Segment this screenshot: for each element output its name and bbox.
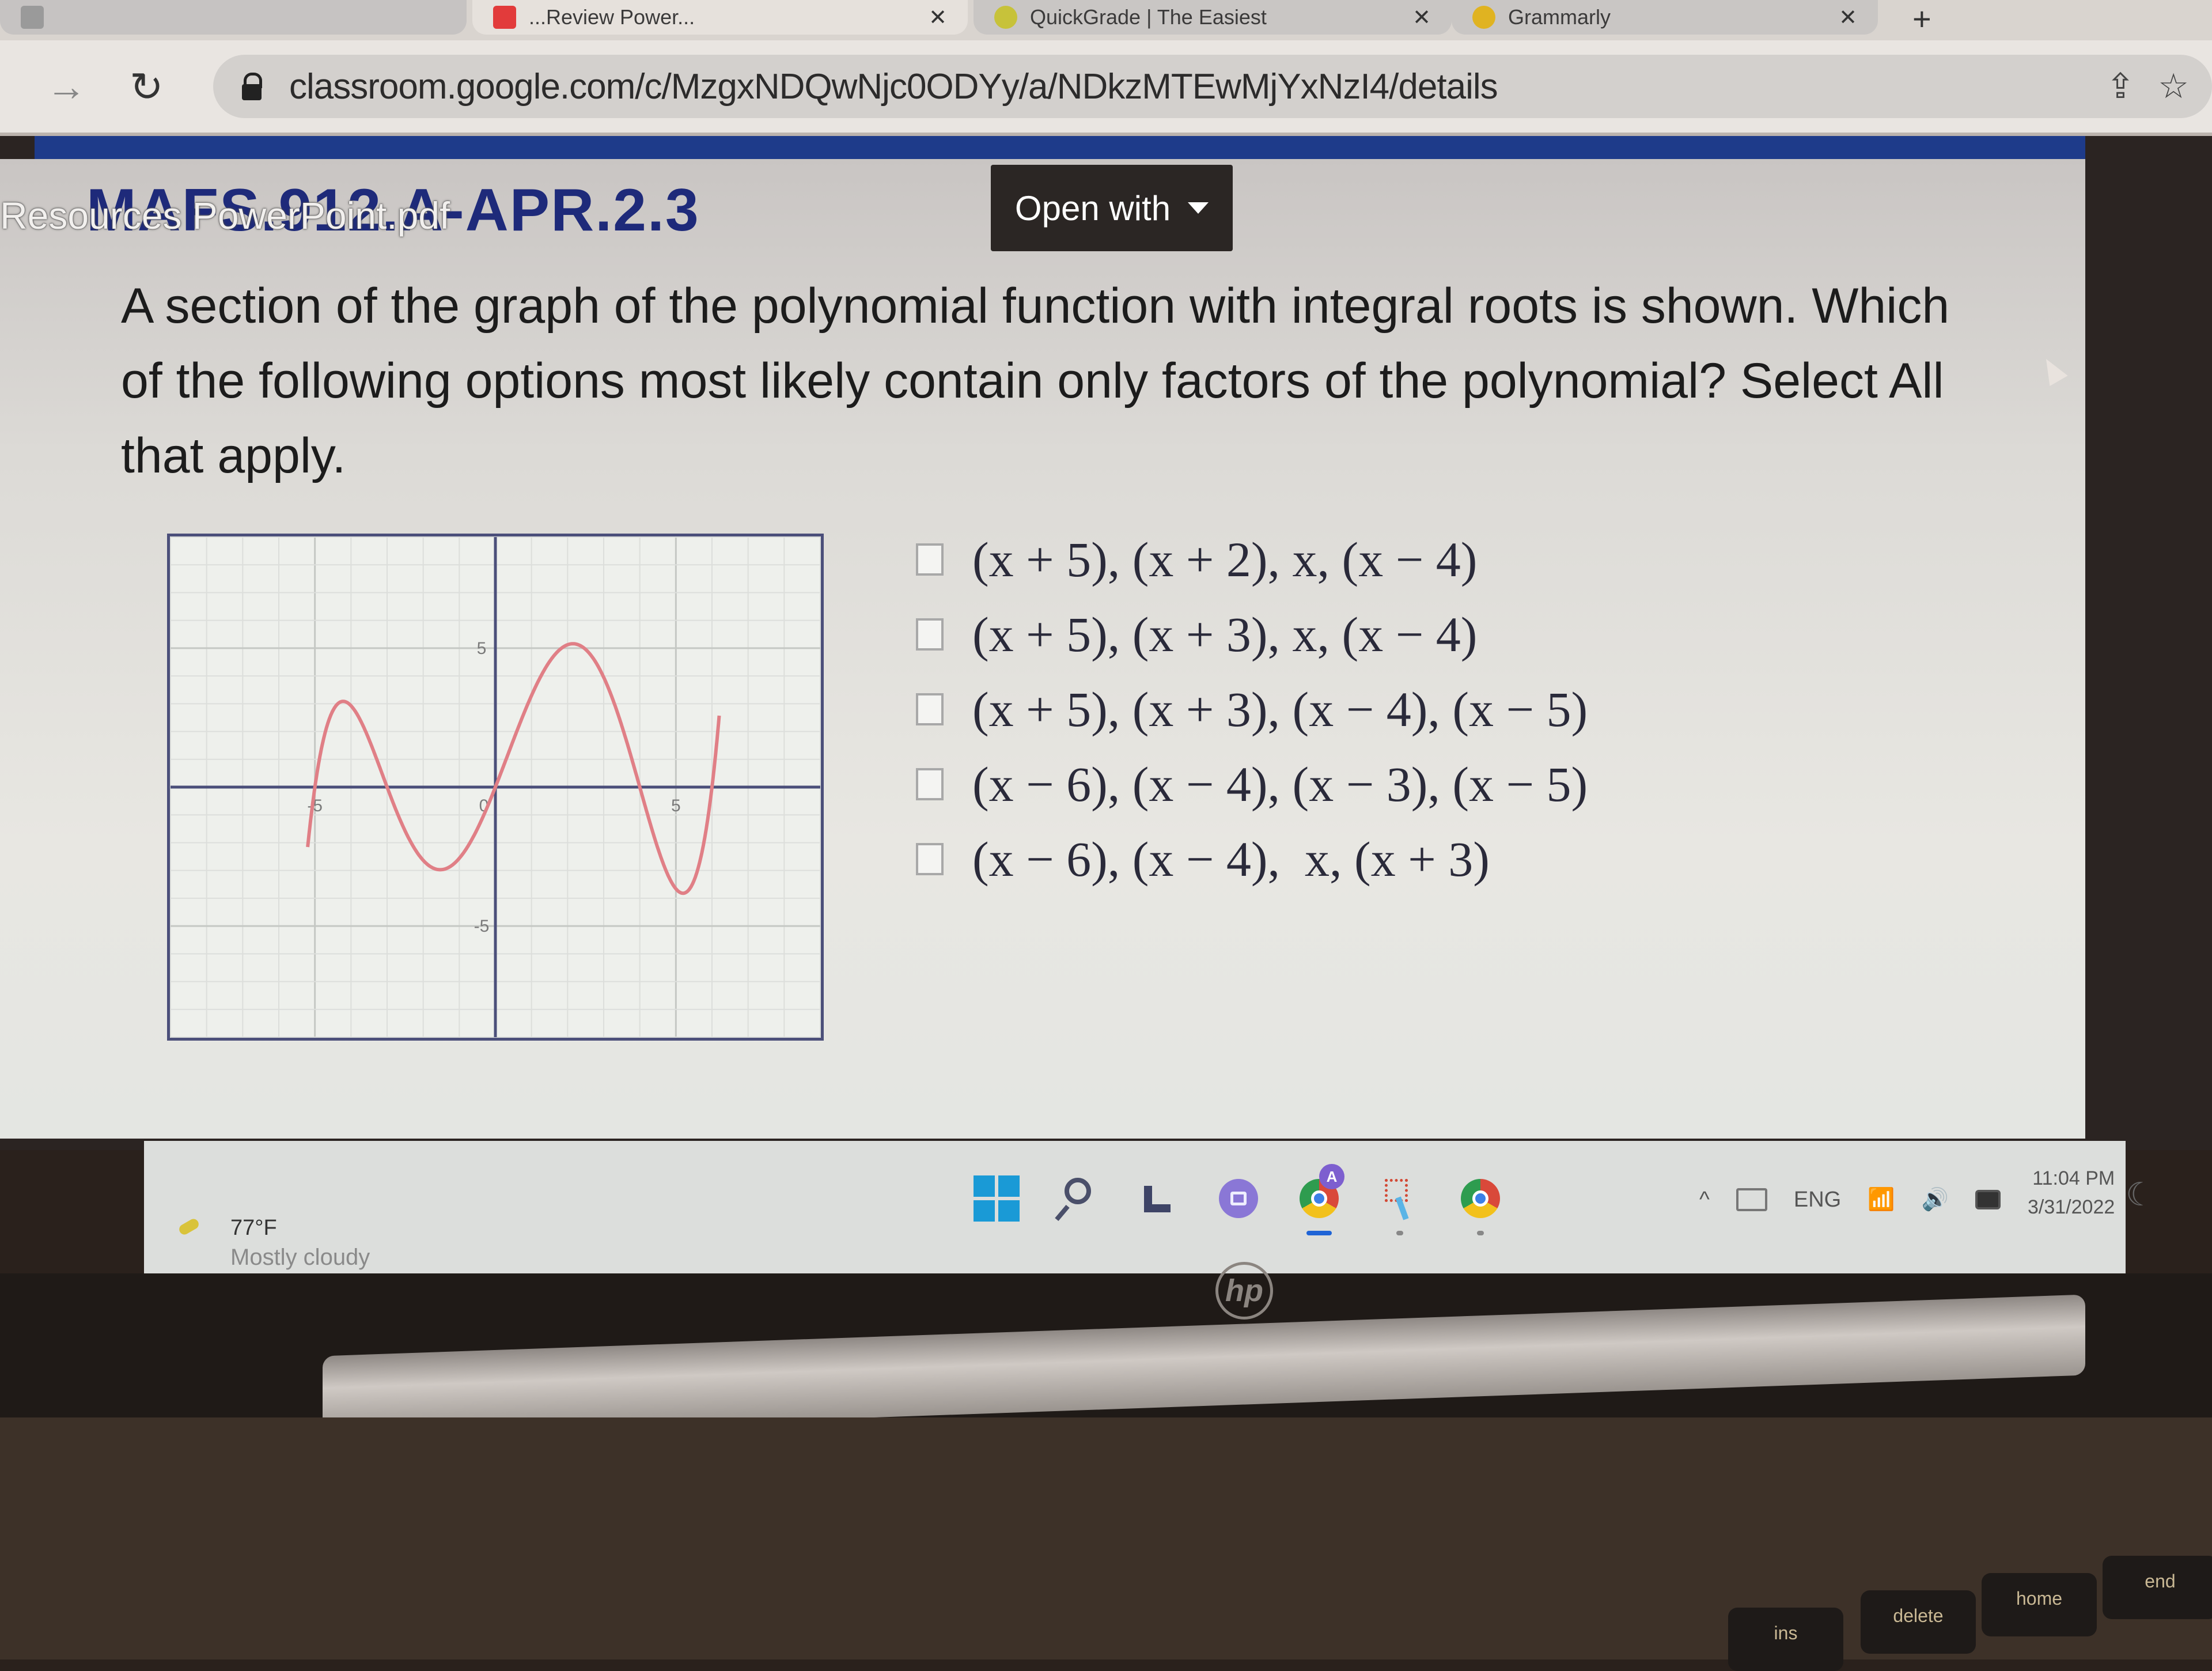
reload-button[interactable]: ↻: [130, 63, 164, 111]
show-hidden-icons-chevron-icon[interactable]: ^: [1699, 1188, 1710, 1212]
answer-option[interactable]: (x − 6), (x − 4), (x − 3), (x − 5): [916, 747, 1588, 822]
answer-option[interactable]: (x + 5), (x + 3), x, (x − 4): [916, 597, 1588, 672]
weather-sun-icon: [177, 1217, 201, 1237]
chrome-profile-icon[interactable]: A: [1296, 1164, 1344, 1235]
answer-option[interactable]: (x − 6), (x − 4), x, (x + 3): [916, 822, 1588, 897]
lock-icon[interactable]: [242, 73, 262, 100]
grammarly-favicon-icon: [1472, 6, 1495, 29]
file-name: Resources PowerPoint.pdf: [0, 194, 450, 237]
tab-favicon-icon: [493, 6, 516, 29]
tab-label: ...Review Power...: [529, 5, 695, 29]
logo-pane: [974, 1200, 995, 1222]
windows-start-icon[interactable]: [974, 1175, 1020, 1222]
option-checkbox[interactable]: [916, 843, 944, 875]
notifications-moon-icon[interactable]: ☾: [2126, 1175, 2154, 1213]
taskbar: 77°F Mostly cloudy A ^ ENG 📶 🔊 11:04 PM …: [144, 1141, 2154, 1273]
y-tick-label: 5: [477, 639, 487, 658]
profile-badge: A: [1319, 1164, 1344, 1189]
dropdown-caret-icon: [1188, 202, 1209, 214]
touch-keyboard-icon[interactable]: [1736, 1188, 1767, 1211]
active-app-indicator: [1306, 1231, 1332, 1235]
key-home: home: [1982, 1573, 2097, 1636]
system-tray: ^ ENG 📶 🔊: [1699, 1187, 2001, 1212]
clock-time: 11:04 PM: [2032, 1167, 2115, 1189]
browser-toolbar: → ↻ classroom.google.com/c/MzgxNDQwNjc0O…: [0, 40, 2212, 136]
new-tab-button[interactable]: +: [1912, 0, 1931, 37]
x-tick-label: 5: [671, 796, 681, 815]
slide-banner: [35, 136, 2085, 159]
url-text[interactable]: classroom.google.com/c/MzgxNDQwNjc0ODYy/…: [289, 66, 1498, 107]
key-ins: ins: [1728, 1608, 1843, 1671]
polynomial-graph: -5 0 5 5 -5: [166, 533, 824, 1041]
option-checkbox[interactable]: [916, 543, 944, 576]
chrome-logo: [1461, 1179, 1500, 1218]
volume-icon[interactable]: 🔊: [1922, 1187, 1949, 1212]
chat-icon[interactable]: [1215, 1175, 1262, 1222]
forward-button[interactable]: →: [46, 63, 86, 109]
search-icon[interactable]: [1054, 1175, 1100, 1222]
question-text: A section of the graph of the polynomial…: [121, 278, 1950, 483]
quickgrade-favicon-icon: [994, 6, 1017, 29]
open-with-label: Open with: [1014, 188, 1171, 228]
option-label: (x + 5), (x + 3), (x − 4), (x − 5): [972, 682, 1588, 737]
browser-tab[interactable]: QuickGrade | The Easiest ✕: [974, 0, 1452, 35]
open-with-button[interactable]: Open with: [991, 165, 1233, 251]
logo-pane: [998, 1175, 1020, 1197]
close-tab-icon[interactable]: ✕: [1839, 5, 1857, 31]
running-indicator: [1477, 1231, 1484, 1235]
tab-favicon-icon: [21, 6, 44, 29]
taskbar-apps: A: [974, 1164, 1503, 1235]
answer-options: (x + 5), (x + 2), x, (x − 4) (x + 5), (x…: [916, 522, 1588, 897]
chrome-icon[interactable]: [1457, 1175, 1503, 1235]
option-label: (x + 5), (x + 2), x, (x − 4): [972, 532, 1478, 587]
graph-svg: -5 0 55-5: [166, 533, 824, 1041]
wifi-icon[interactable]: 📶: [1868, 1187, 1895, 1212]
browser-tab[interactable]: [0, 0, 467, 35]
address-bar[interactable]: classroom.google.com/c/MzgxNDQwNjc0ODYy/…: [213, 55, 2212, 118]
option-label: (x − 6), (x − 4), x, (x + 3): [972, 831, 1490, 887]
battery-icon[interactable]: [1975, 1190, 2001, 1209]
browser-tab[interactable]: Grammarly ✕: [1452, 0, 1878, 35]
language-indicator[interactable]: ENG: [1794, 1188, 1841, 1212]
snipping-tool-icon[interactable]: [1377, 1175, 1423, 1235]
answer-option[interactable]: (x + 5), (x + 2), x, (x − 4): [916, 522, 1588, 597]
option-label: (x − 6), (x − 4), (x − 3), (x − 5): [972, 757, 1588, 812]
chat-glyph: [1219, 1179, 1258, 1218]
running-indicator: [1396, 1231, 1403, 1235]
close-tab-icon[interactable]: ✕: [929, 5, 947, 31]
keyboard-deck: ins delete home end: [0, 1417, 2212, 1671]
close-tab-icon[interactable]: ✕: [1412, 5, 1431, 31]
tab-label: QuickGrade | The Easiest: [1030, 5, 1267, 29]
clock-date: 3/31/2022: [2028, 1196, 2115, 1218]
option-checkbox[interactable]: [916, 768, 944, 800]
task-view-icon[interactable]: [1135, 1175, 1181, 1222]
tab-label: Grammarly: [1508, 5, 1611, 29]
option-checkbox[interactable]: [916, 618, 944, 651]
logo-pane: [998, 1200, 1020, 1222]
option-label: (x + 5), (x + 3), x, (x − 4): [972, 607, 1478, 662]
hp-logo: hp: [1215, 1262, 1273, 1320]
task-view-glyph: [1144, 1186, 1171, 1212]
snip-glyph: [1385, 1179, 1408, 1202]
tab-strip: ...Review Power... ✕ QuickGrade | The Ea…: [0, 0, 2212, 40]
option-checkbox[interactable]: [916, 693, 944, 725]
clock[interactable]: 11:04 PM 3/31/2022: [2028, 1164, 2115, 1222]
logo-pane: [974, 1175, 995, 1197]
browser-tab-active[interactable]: ...Review Power... ✕: [472, 0, 968, 35]
y-tick-label: -5: [474, 917, 490, 936]
magnifier-glyph: [1065, 1178, 1091, 1204]
bookmark-star-icon[interactable]: ☆: [2158, 66, 2189, 107]
slide-page: MAFS.912.A-APR.2.3 Resources PowerPoint.…: [0, 159, 2085, 1139]
weather-temperature: 77°F: [230, 1216, 277, 1240]
key-delete: delete: [1861, 1590, 1976, 1654]
weather-condition: Mostly cloudy: [230, 1245, 370, 1270]
share-icon[interactable]: ⇪: [2106, 66, 2135, 107]
answer-option[interactable]: (x + 5), (x + 3), (x − 4), (x − 5): [916, 672, 1588, 747]
key-end: end: [2103, 1556, 2212, 1619]
